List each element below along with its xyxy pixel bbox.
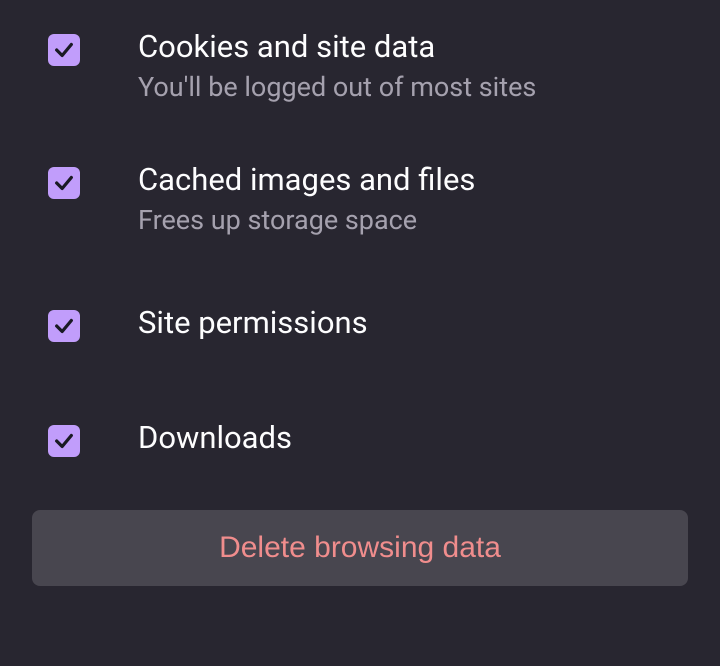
- label-group: Cookies and site data You'll be logged o…: [138, 28, 536, 105]
- label-group: Downloads: [138, 419, 292, 458]
- option-subtitle: You'll be logged out of most sites: [138, 69, 536, 105]
- label-group: Site permissions: [138, 304, 368, 343]
- option-title: Site permissions: [138, 304, 368, 343]
- label-group: Cached images and files Frees up storage…: [138, 161, 475, 238]
- delete-browsing-data-button[interactable]: Delete browsing data: [32, 510, 688, 586]
- option-subtitle: Frees up storage space: [138, 202, 475, 238]
- option-row-permissions[interactable]: Site permissions: [0, 266, 720, 381]
- delete-button-label: Delete browsing data: [219, 531, 501, 565]
- checkbox-downloads[interactable]: [48, 425, 80, 457]
- delete-browsing-data-panel: Cookies and site data You'll be logged o…: [0, 0, 720, 586]
- checkbox-cookies[interactable]: [48, 34, 80, 66]
- option-title: Cookies and site data: [138, 28, 536, 67]
- checkbox-permissions[interactable]: [48, 310, 80, 342]
- checkbox-cache[interactable]: [48, 167, 80, 199]
- option-row-downloads[interactable]: Downloads: [0, 381, 720, 496]
- option-title: Cached images and files: [138, 161, 475, 200]
- check-icon: [53, 39, 75, 61]
- option-title: Downloads: [138, 419, 292, 458]
- option-row-cache[interactable]: Cached images and files Frees up storage…: [0, 133, 720, 266]
- check-icon: [53, 315, 75, 337]
- check-icon: [53, 172, 75, 194]
- check-icon: [53, 430, 75, 452]
- option-row-cookies[interactable]: Cookies and site data You'll be logged o…: [0, 0, 720, 133]
